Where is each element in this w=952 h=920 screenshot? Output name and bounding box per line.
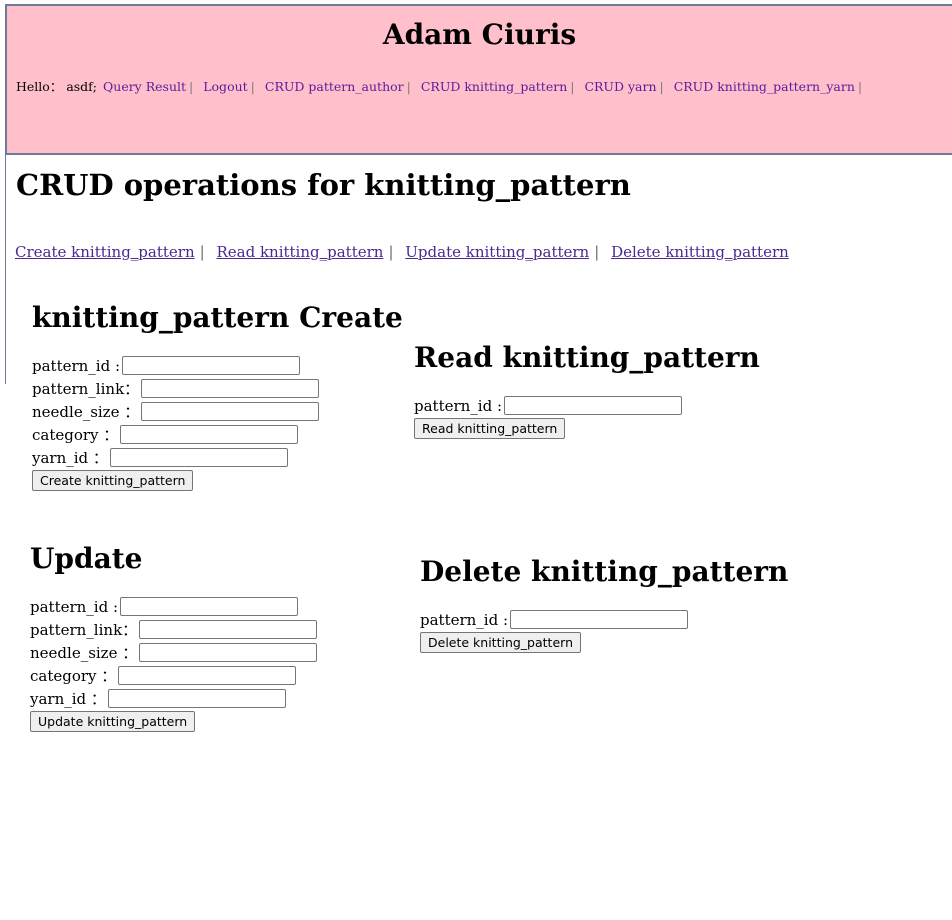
create-row-needle-size: needle_size ： xyxy=(32,400,403,423)
field-label: pattern_link： xyxy=(30,621,138,639)
delete-button[interactable]: Delete knitting_pattern xyxy=(420,632,581,653)
update-row-yarn-id: yarn_id ： xyxy=(30,687,317,710)
nav-link-crud-knitting-pattern[interactable]: CRUD knitting_pattern xyxy=(421,79,567,94)
create-link[interactable]: Create knitting_pattern xyxy=(15,243,195,261)
update-pattern-link-input[interactable] xyxy=(139,620,318,639)
read-link[interactable]: Read knitting_pattern xyxy=(216,243,383,261)
nav-separator: | xyxy=(250,79,255,94)
nav-separator: | xyxy=(659,79,664,94)
read-heading: Read knitting_pattern xyxy=(414,341,760,374)
read-pattern-id-input[interactable] xyxy=(504,396,683,415)
update-category-input[interactable] xyxy=(118,666,297,685)
create-needle-size-input[interactable] xyxy=(141,402,320,421)
create-row-yarn-id: yarn_id ： xyxy=(32,446,403,469)
create-row-pattern-id: pattern_id : xyxy=(32,354,403,377)
nav-separator: | xyxy=(406,79,411,94)
nav-separator: | xyxy=(189,79,194,94)
field-label: yarn_id ： xyxy=(32,449,108,467)
read-section: Read knitting_pattern pattern_id : Read … xyxy=(414,341,760,439)
field-label: needle_size ： xyxy=(32,403,140,421)
top-nav: Hello： asdf; Query Result | Logout | CRUD … xyxy=(16,76,868,95)
field-label: pattern_link： xyxy=(32,380,140,398)
delete-pattern-id-input[interactable] xyxy=(510,610,689,629)
nav-separator: | xyxy=(570,79,575,94)
update-button[interactable]: Update knitting_pattern xyxy=(30,711,196,732)
update-link[interactable]: Update knitting_pattern xyxy=(405,243,589,261)
delete-link[interactable]: Delete knitting_pattern xyxy=(611,243,789,261)
field-label: yarn_id ： xyxy=(30,690,106,708)
crud-separator: | xyxy=(388,243,394,261)
update-needle-size-input[interactable] xyxy=(139,643,318,662)
nav-link-crud-yarn[interactable]: CRUD yarn xyxy=(584,79,656,94)
update-row-pattern-link: pattern_link： xyxy=(30,618,318,641)
site-title: Adam Ciuris xyxy=(382,18,577,51)
update-heading: Update xyxy=(30,542,143,575)
hello-label: Hello： xyxy=(16,79,63,94)
create-row-pattern-link: pattern_link： xyxy=(32,377,403,400)
create-row-category: category ： xyxy=(32,423,403,446)
delete-row-pattern-id: pattern_id : xyxy=(420,608,788,631)
field-label: category ： xyxy=(32,426,119,444)
create-category-input[interactable] xyxy=(120,425,299,444)
field-label: pattern_id : xyxy=(420,610,509,629)
left-border-line xyxy=(5,155,6,384)
field-label: pattern_id : xyxy=(32,356,121,375)
nav-link-query-result[interactable]: Query Result xyxy=(103,79,186,94)
create-yarn-id-input[interactable] xyxy=(109,448,288,467)
nav-link-logout[interactable]: Logout xyxy=(203,79,247,94)
field-label: pattern_id : xyxy=(414,396,503,415)
site-header: Adam Ciuris Hello： asdf; Query Result | L… xyxy=(5,4,952,155)
page-title: CRUD operations for knitting_pattern xyxy=(16,168,631,202)
field-label: needle_size ： xyxy=(30,644,138,662)
delete-section: Delete knitting_pattern pattern_id : Del… xyxy=(420,555,788,653)
create-section: knitting_pattern Create pattern_id : pat… xyxy=(32,301,403,491)
create-button[interactable]: Create knitting_pattern xyxy=(32,470,194,491)
update-row-needle-size: needle_size ： xyxy=(30,641,318,664)
read-row-pattern-id: pattern_id : xyxy=(414,394,760,417)
update-row-pattern-id: pattern_id : xyxy=(30,595,317,618)
create-pattern-id-input[interactable] xyxy=(122,356,301,375)
update-pattern-id-input[interactable] xyxy=(120,597,299,616)
nav-separator: | xyxy=(857,79,863,94)
username: asdf; xyxy=(66,79,98,94)
create-pattern-link-input[interactable] xyxy=(141,379,320,398)
field-label: pattern_id : xyxy=(30,597,119,616)
crud-separator: | xyxy=(199,243,205,261)
crud-nav: Create knitting_pattern | Read knitting_p… xyxy=(15,243,789,261)
update-row-category: category ： xyxy=(30,664,317,687)
create-heading: knitting_pattern Create xyxy=(32,301,403,334)
update-yarn-id-input[interactable] xyxy=(107,689,286,708)
update-section: Update pattern_id : pattern_link： needle… xyxy=(30,542,318,732)
read-button[interactable]: Read knitting_pattern xyxy=(414,418,566,439)
delete-heading: Delete knitting_pattern xyxy=(420,555,789,588)
field-label: category ： xyxy=(30,667,117,685)
nav-link-crud-knitting-pattern-yarn[interactable]: CRUD knitting_pattern_yarn xyxy=(674,79,855,94)
nav-link-crud-pattern-author[interactable]: CRUD pattern_author xyxy=(265,79,404,94)
crud-separator: | xyxy=(594,243,600,261)
